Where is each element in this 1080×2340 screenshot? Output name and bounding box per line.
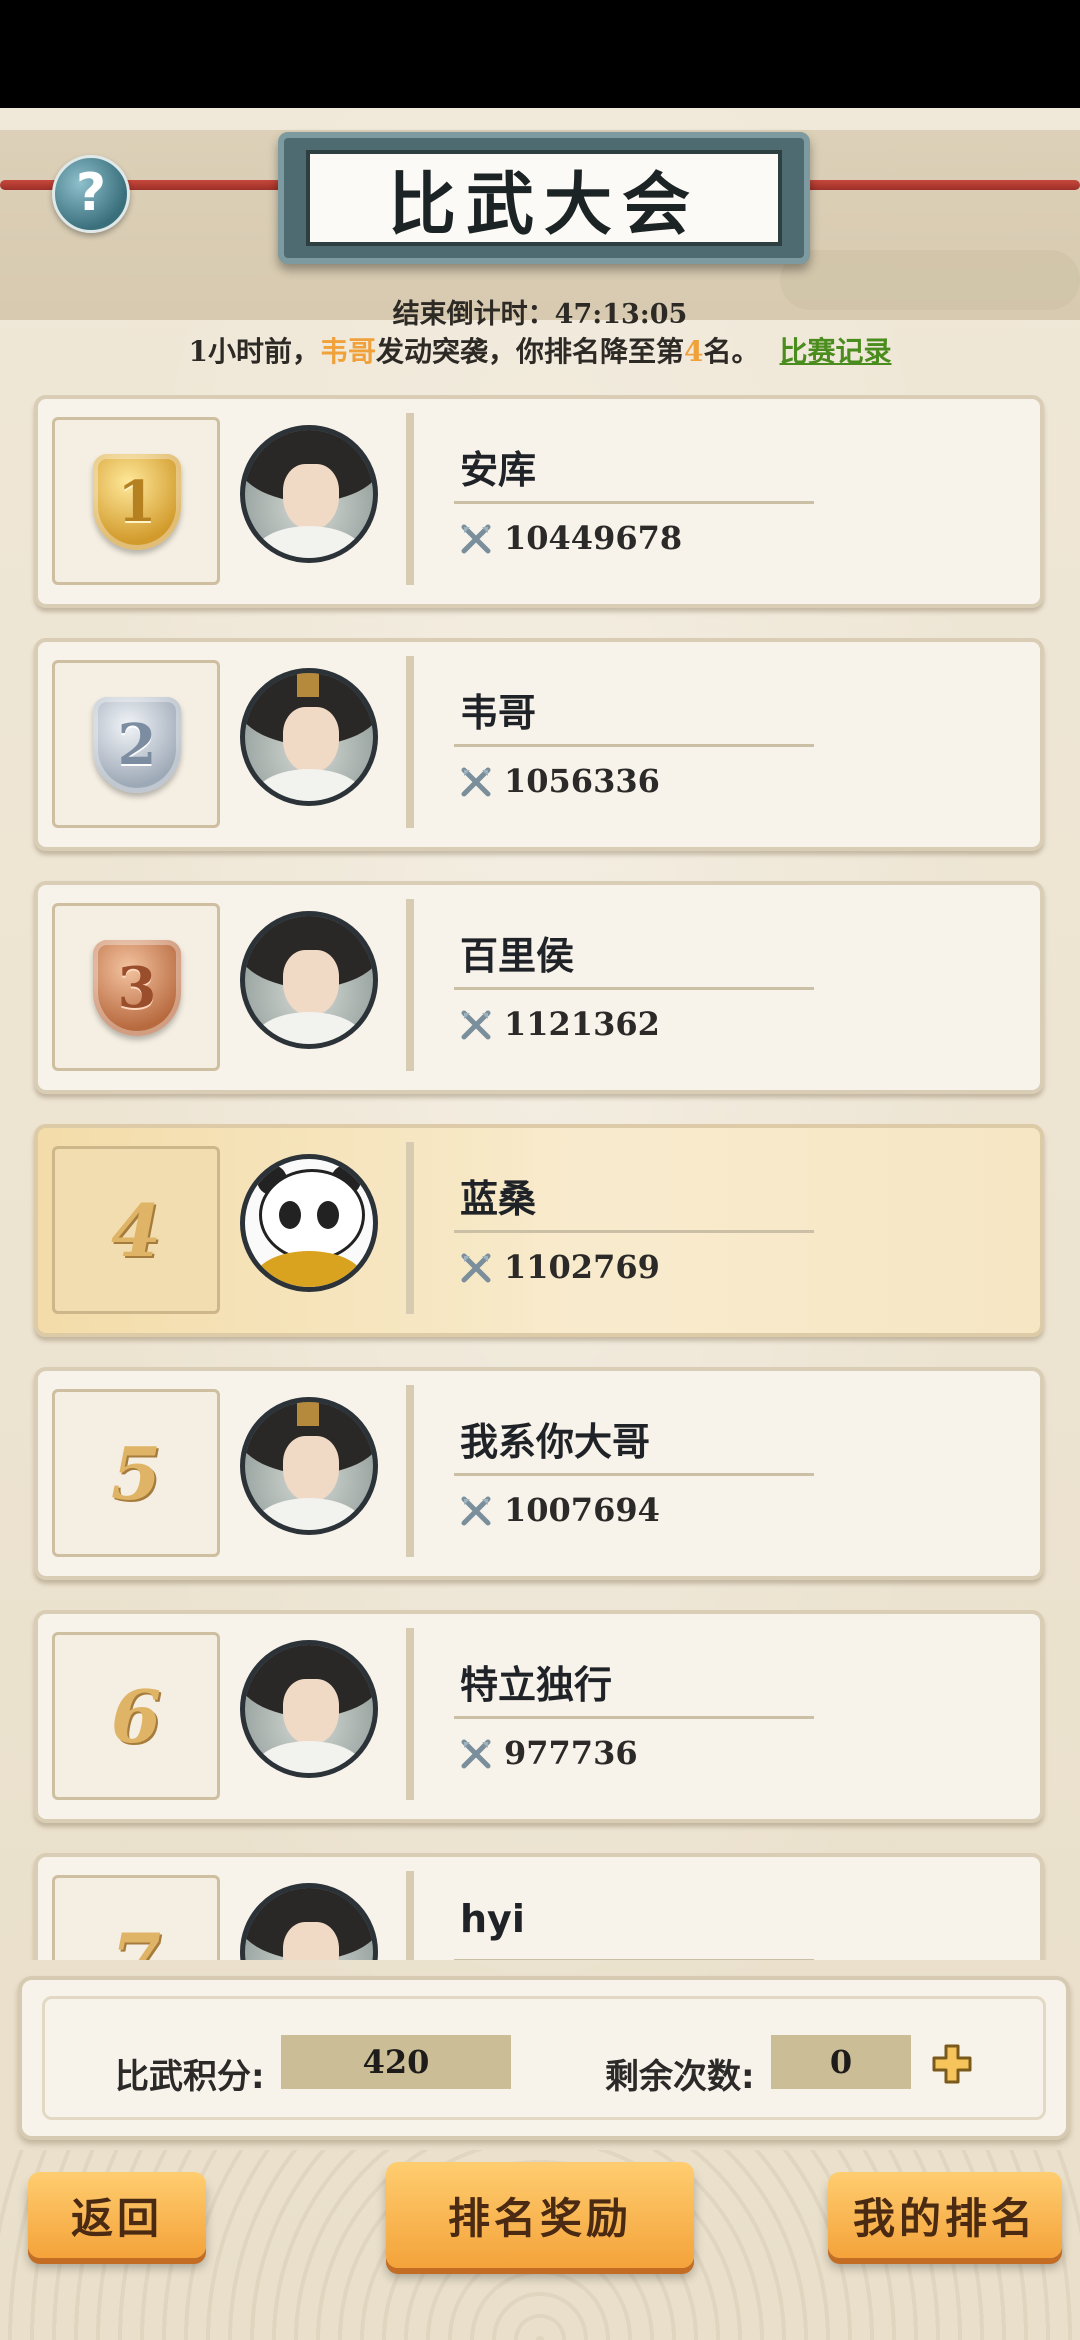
crossed-swords-icon [461,524,491,554]
combat-power: 1056336 [504,762,660,800]
back-button[interactable]: 返回 [28,2172,206,2258]
rank-box: 4 [52,1146,220,1314]
page-title: 比武大会 [306,150,782,246]
notice-middle: 发动突袭，你排名降至第 [375,335,684,368]
crossed-swords-icon [461,1739,491,1769]
ranking-card: 3 百里侯 1121362 比武 [34,881,1044,1094]
notice-rank: 4 [684,335,704,368]
rank-number: 5 [110,1430,162,1516]
player-info: 蓝桑 1102769 [406,1142,1026,1314]
notice-attacker: 韦哥 [319,335,376,368]
attack-notice: 1小时前，韦哥发动突袭，你排名降至第4名。 比赛记录 [0,330,1080,370]
rank-reward-button[interactable]: 排名奖励 [386,2162,694,2268]
player-name: 蓝桑 [460,1177,537,1221]
rank-box: 3 [52,903,220,1071]
bronze-medal-icon: 3 [93,940,181,1036]
rank-box: 5 [52,1389,220,1557]
score-value: 420 [281,2035,511,2089]
avatar[interactable] [240,1397,378,1535]
player-info: 韦哥 1056336 比武 [406,656,1026,828]
crossed-swords-icon [461,1010,491,1040]
rank-number: 6 [110,1673,162,1759]
avatar[interactable] [240,425,378,563]
player-info: 特立独行 977736 比武 [406,1628,1026,1800]
avatar[interactable] [240,1640,378,1778]
combat-power: 10449678 [504,519,683,557]
avatar[interactable] [240,1883,378,1960]
score-label: 比武积分: [115,2057,265,2097]
rank-number: 1 [117,469,157,535]
crossed-swords-icon [461,1496,491,1526]
player-name: hyi [460,1897,525,1941]
panda-avatar[interactable] [240,1154,378,1292]
ranking-card: 2 韦哥 1056336 比武 [34,638,1044,851]
crossed-swords-icon [461,767,491,797]
notice-suffix: 名。 [703,335,760,368]
player-info: 安库 10449678 比武 [406,413,1026,585]
divider [454,1716,814,1719]
status-bar [0,0,1080,108]
ranking-list[interactable]: 1 安库 10449678 比武 2 韦哥 1056336 比武 3 [0,395,1080,1960]
rank-box: 1 [52,417,220,585]
ranking-card-self: 4 蓝桑 1102769 [34,1124,1044,1337]
gold-medal-icon: 1 [93,454,181,550]
rank-number: 3 [117,955,157,1021]
crossed-swords-icon [461,1253,491,1283]
countdown-text: 结束倒计时：47:13:05 [392,299,688,330]
rank-box: 6 [52,1632,220,1800]
avatar[interactable] [240,668,378,806]
player-info: 我系你大哥 1007694 比武 [406,1385,1026,1557]
ranking-card: 1 安库 10449678 比武 [34,395,1044,608]
my-rank-button[interactable]: 我的排名 [828,2172,1062,2258]
rank-box: 2 [52,660,220,828]
ranking-card: 6 特立独行 977736 比武 [34,1610,1044,1823]
divider [454,501,814,504]
ranking-card: 5 我系你大哥 1007694 比武 [34,1367,1044,1580]
combat-power: 1102769 [504,1248,660,1286]
combat-power: 977736 [504,1734,638,1772]
player-name: 安库 [460,448,537,492]
notice-prefix: 1小时前， [188,335,320,368]
title-plaque: 比武大会 [278,132,810,264]
remaining-attempts-value: 0 [771,2035,911,2089]
divider [454,1959,814,1960]
avatar[interactable] [240,911,378,1049]
player-name: 百里侯 [460,934,575,978]
stats-inner: 比武积分: 420 剩余次数: 0 [42,1996,1046,2120]
combat-power: 1121362 [504,1005,660,1043]
match-record-link[interactable]: 比赛记录 [780,335,892,368]
player-info: hyi 比武 [406,1871,1026,1960]
divider [454,1230,814,1233]
divider [454,744,814,747]
rank-number: 4 [110,1187,162,1273]
divider [454,1473,814,1476]
silver-medal-icon: 2 [93,697,181,793]
player-name: 我系你大哥 [460,1420,651,1464]
stats-panel: 比武积分: 420 剩余次数: 0 [18,1976,1070,2140]
rank-number: 2 [117,712,157,778]
divider [454,987,814,990]
rank-box: 7 [52,1875,220,1960]
add-attempts-button[interactable] [931,2043,973,2085]
player-name: 特立独行 [460,1663,613,1707]
remaining-attempts-label: 剩余次数: [605,2057,755,2097]
rank-number: 7 [110,1916,162,1961]
help-button[interactable]: ? [52,155,130,233]
ranking-card: 7 hyi 比武 [34,1853,1044,1960]
player-name: 韦哥 [460,691,537,735]
player-info: 百里侯 1121362 比武 [406,899,1026,1071]
combat-power: 1007694 [504,1491,660,1529]
